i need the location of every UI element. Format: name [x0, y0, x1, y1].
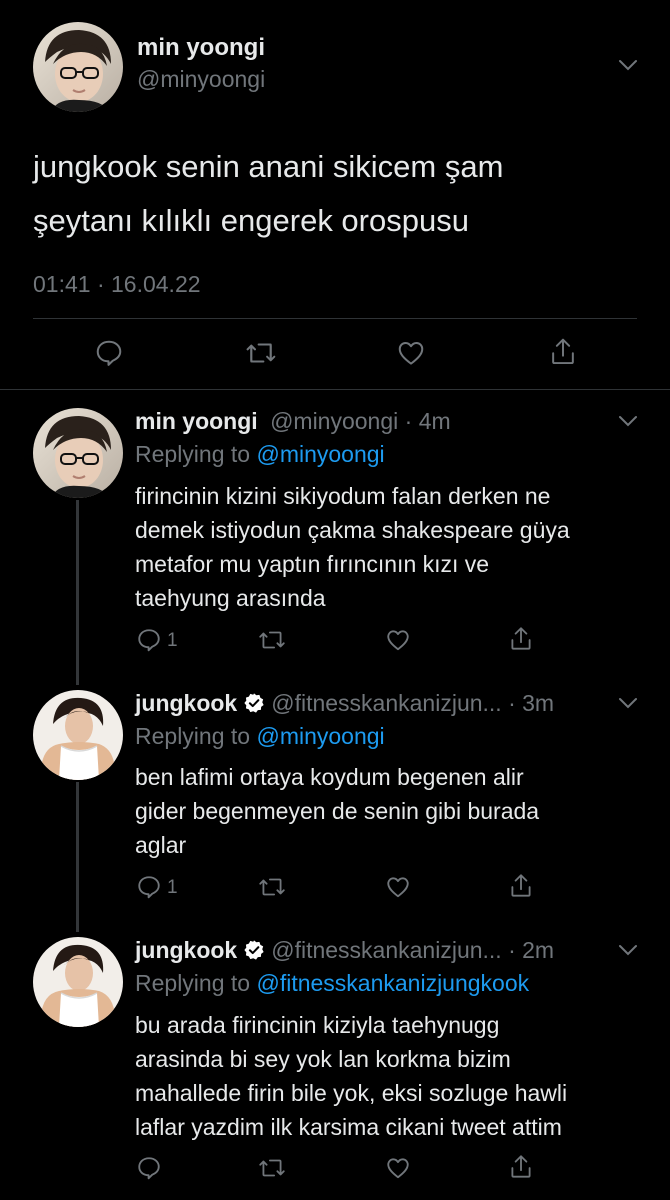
share-icon[interactable]: [508, 625, 534, 653]
replying-to-line: Replying to @minyoongi: [135, 723, 385, 750]
retweet-icon[interactable]: [257, 874, 287, 900]
reply-icon[interactable]: [136, 1155, 162, 1181]
share-icon[interactable]: [508, 1153, 534, 1181]
retweet-icon[interactable]: [257, 1155, 287, 1181]
replying-to-link[interactable]: @minyoongi: [256, 441, 384, 467]
replying-to-label: Replying to: [135, 441, 251, 467]
reply-text-line: metafor mu yaptın fırıncının kızı ve: [135, 551, 490, 577]
thread-line: [76, 500, 79, 685]
replying-to-link[interactable]: @fitnesskankanizjungkook: [256, 970, 529, 996]
thread-line: [76, 782, 79, 932]
reply-text-line: taehyung arasında: [135, 585, 326, 611]
like-icon[interactable]: [385, 1155, 411, 1181]
retweet-icon[interactable]: [257, 627, 287, 653]
reply-time[interactable]: · 3m: [508, 690, 554, 716]
reply-text-line: ben lafimi ortaya koydum begenen alir: [135, 764, 524, 790]
reply-count: 1: [167, 630, 178, 651]
reply-count: 1: [167, 877, 178, 898]
retweet-icon[interactable]: [244, 338, 278, 368]
verified-icon: [243, 939, 265, 967]
like-icon[interactable]: [385, 874, 411, 900]
reply-text-line: gider begenmeyen de senin gibi burada: [135, 798, 540, 824]
reply-icon[interactable]: [94, 338, 124, 368]
avatar-min-yoongi[interactable]: [33, 22, 123, 112]
replying-to-line: Replying to @minyoongi: [135, 441, 385, 468]
replying-to-line: Replying to @fitnesskankanizjungkook: [135, 970, 529, 997]
like-icon[interactable]: [396, 338, 426, 368]
reply-display-name[interactable]: jungkook: [135, 690, 237, 716]
chevron-down-icon[interactable]: [617, 696, 639, 710]
main-tweet-line-2: şeytanı kılıklı engerek orospusu: [33, 203, 469, 238]
reply-handle[interactable]: @minyoongi: [270, 408, 398, 434]
chevron-down-icon[interactable]: [617, 58, 639, 72]
reply-text-line: firincinin kizini sikiyodum falan derken…: [135, 483, 551, 509]
section-divider: [0, 389, 670, 390]
reply-text-line: laflar yazdim ilk karsima cikani tweet a…: [135, 1114, 562, 1140]
main-display-name[interactable]: min yoongi: [137, 34, 265, 62]
share-icon[interactable]: [548, 336, 578, 368]
reply-text-line: arasinda bi sey yok lan korkma bizim: [135, 1046, 511, 1072]
reply-header: min yoongi @minyoongi · 4m: [135, 408, 451, 435]
chevron-down-icon[interactable]: [617, 943, 639, 957]
reply-text: ben lafimi ortaya koydum begenen alir gi…: [135, 760, 635, 862]
reply-time[interactable]: · 4m: [405, 408, 451, 434]
main-tweet-text: jungkook senin anani sikicem şam şeytanı…: [33, 140, 503, 248]
verified-icon: [243, 692, 265, 720]
reply-time[interactable]: · 2m: [508, 937, 554, 963]
main-divider: [33, 318, 637, 319]
reply-display-name[interactable]: min yoongi: [135, 408, 258, 434]
reply-icon[interactable]: [136, 874, 162, 900]
replying-to-label: Replying to: [135, 723, 251, 749]
reply-text: firincinin kizini sikiyodum falan derken…: [135, 479, 635, 615]
reply-header: jungkook @fitnesskankanizjun... · 3m: [135, 690, 554, 720]
reply-handle[interactable]: @fitnesskankanizjun...: [271, 937, 501, 963]
reply-display-name[interactable]: jungkook: [135, 937, 237, 963]
reply-text-line: bu arada firincinin kiziyla taehynugg: [135, 1012, 500, 1038]
like-icon[interactable]: [385, 627, 411, 653]
avatar-jungkook[interactable]: [33, 690, 123, 780]
reply-icon[interactable]: [136, 627, 162, 653]
main-handle[interactable]: @minyoongi: [137, 66, 265, 93]
share-icon[interactable]: [508, 872, 534, 900]
main-timestamp[interactable]: 01:41 · 16.04.22: [33, 271, 201, 298]
chevron-down-icon[interactable]: [617, 414, 639, 428]
replying-to-label: Replying to: [135, 970, 251, 996]
reply-handle[interactable]: @fitnesskankanizjun...: [271, 690, 501, 716]
main-tweet-line-1: jungkook senin anani sikicem şam: [33, 149, 504, 184]
reply-text-line: demek istiyodun çakma shakespeare güya: [135, 517, 570, 543]
reply-text: bu arada firincinin kiziyla taehynugg ar…: [135, 1008, 635, 1144]
avatar-jungkook[interactable]: [33, 937, 123, 1027]
reply-text-line: mahallede firin bile yok, eksi sozluge h…: [135, 1080, 568, 1106]
reply-header: jungkook @fitnesskankanizjun... · 2m: [135, 937, 554, 967]
reply-text-line: aglar: [135, 832, 187, 858]
avatar-min-yoongi[interactable]: [33, 408, 123, 498]
replying-to-link[interactable]: @minyoongi: [256, 723, 384, 749]
